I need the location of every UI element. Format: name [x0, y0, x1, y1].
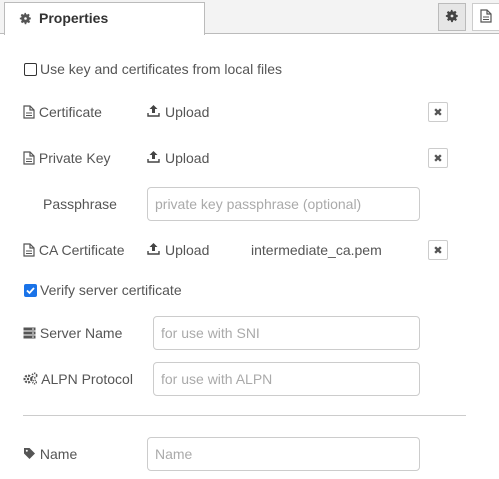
private-key-label: Private Key	[23, 150, 110, 168]
upload-icon	[147, 150, 160, 166]
certificate-upload-button[interactable]: Upload	[147, 104, 209, 120]
name-label: Name	[23, 446, 77, 463]
certificate-label: Certificate	[23, 104, 102, 122]
description-button[interactable]	[472, 3, 499, 31]
ca-certificate-filename: intermediate_ca.pem	[251, 242, 382, 258]
ca-certificate-label: CA Certificate	[23, 242, 124, 260]
verify-server-checkbox[interactable]	[24, 284, 37, 297]
verify-server-label: Verify server certificate	[40, 282, 182, 298]
ca-certificate-upload-button[interactable]: Upload	[147, 242, 209, 258]
server-name-input[interactable]	[153, 316, 420, 350]
server-name-label: Server Name	[23, 325, 122, 342]
file-icon	[23, 151, 35, 168]
cogs-icon	[23, 372, 38, 388]
server-icon	[23, 326, 36, 342]
alpn-protocol-label: ALPN Protocol	[23, 371, 133, 388]
tag-icon	[23, 447, 36, 463]
settings-button[interactable]	[438, 3, 466, 31]
file-icon	[23, 243, 35, 260]
close-icon: ✖	[433, 152, 443, 165]
tab-properties[interactable]: Properties	[4, 2, 205, 35]
document-icon	[480, 8, 492, 26]
use-local-files-label: Use key and certificates from local file…	[40, 61, 282, 77]
passphrase-input[interactable]	[147, 187, 420, 221]
gear-icon	[445, 9, 459, 26]
ca-certificate-clear-button[interactable]: ✖	[428, 240, 448, 260]
upload-icon	[147, 104, 160, 120]
gear-icon	[19, 12, 32, 28]
close-icon: ✖	[433, 244, 443, 257]
divider	[23, 415, 466, 416]
private-key-upload-button[interactable]: Upload	[147, 150, 209, 166]
tab-bar: Properties	[0, 0, 499, 35]
name-input[interactable]	[147, 437, 420, 471]
upload-icon	[147, 242, 160, 258]
alpn-protocol-input[interactable]	[153, 362, 420, 396]
passphrase-label: Passphrase	[43, 196, 117, 212]
close-icon: ✖	[433, 106, 443, 119]
use-local-files-checkbox[interactable]	[24, 63, 37, 76]
file-icon	[23, 105, 35, 122]
certificate-clear-button[interactable]: ✖	[428, 102, 448, 122]
tab-label: Properties	[39, 10, 109, 26]
private-key-clear-button[interactable]: ✖	[428, 148, 448, 168]
